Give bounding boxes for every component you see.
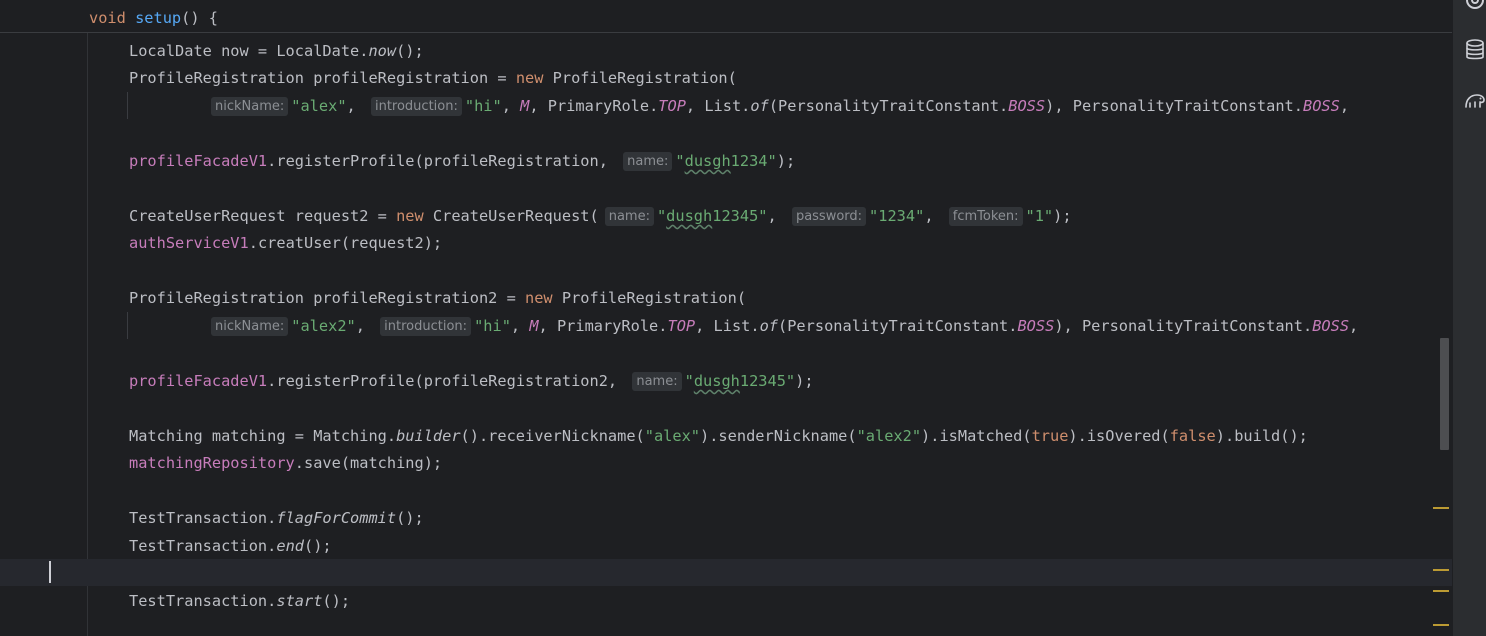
text-caret (49, 561, 51, 583)
string-literal: "dusgh1234" (675, 152, 777, 170)
code-line[interactable]: ProfileRegistration profileRegistration … (129, 67, 737, 89)
code-line[interactable]: profileFacadeV1.registerProfile(profileR… (129, 370, 814, 392)
inlay-hint: fcmToken: (948, 207, 1023, 226)
code-line[interactable]: profileFacadeV1.registerProfile(profileR… (129, 150, 795, 172)
continuation-guide (127, 92, 128, 119)
warning-marker[interactable] (1433, 569, 1449, 571)
scrollbar-thumb[interactable] (1440, 338, 1449, 450)
inlay-hint: nickName: (211, 317, 289, 336)
gradle-elephant-icon[interactable] (1464, 88, 1486, 112)
code-line[interactable]: TestTransaction.end(); (129, 535, 332, 557)
warning-marker[interactable] (1433, 624, 1449, 626)
warning-marker[interactable] (1433, 507, 1449, 509)
warning-marker[interactable] (1433, 590, 1449, 592)
code-line[interactable]: Matching matching = Matching.builder().r… (129, 425, 1308, 447)
method-name: setup (135, 9, 182, 27)
right-tool-window-bar (1452, 0, 1486, 636)
inlay-hint: nickName: (211, 97, 289, 116)
code-line[interactable]: ProfileRegistration profileRegistration2… (129, 287, 746, 309)
inlay-hint: introduction: (380, 317, 472, 336)
method-signature: () { (181, 9, 218, 27)
code-line[interactable]: TestTransaction.start(); (129, 590, 350, 612)
keyword-void: void (89, 9, 126, 27)
code-line[interactable]: TestTransaction.flagForCommit(); (129, 507, 424, 529)
code-line[interactable]: authServiceV1.creatUser(request2); (129, 232, 442, 254)
inlay-hint: introduction: (370, 97, 462, 116)
sticky-header-code: void setup() { (89, 7, 218, 29)
continuation-guide (127, 312, 128, 339)
inlay-hint: name: (623, 152, 673, 171)
inlay-hint: name: (604, 207, 654, 226)
inlay-hint: name: (632, 372, 682, 391)
inlay-hint: password: (791, 207, 867, 226)
code-line[interactable]: nickName: "alex", introduction: "hi", M, P… (211, 95, 1349, 117)
string-literal: "dusgh12345" (684, 372, 796, 390)
sticky-method-header[interactable]: void setup() { (0, 0, 1452, 33)
current-line-highlight (0, 559, 1452, 586)
ai-assistant-icon[interactable] (1464, 0, 1486, 12)
string-literal: "dusgh12345" (656, 207, 768, 225)
indent-guide (87, 33, 88, 636)
code-line[interactable]: CreateUserRequest request2 = new CreateU… (129, 205, 1072, 227)
code-line[interactable]: matchingRepository.save(matching); (129, 452, 442, 474)
vertical-scrollbar[interactable] (1436, 0, 1452, 636)
code-editor[interactable]: void setup() { LocalDate now = LocalDate… (0, 0, 1452, 636)
code-line[interactable]: LocalDate now = LocalDate.now(); (129, 40, 424, 62)
database-icon[interactable] (1464, 38, 1486, 62)
code-line[interactable]: nickName: "alex2", introduction: "hi", M, … (211, 315, 1358, 337)
